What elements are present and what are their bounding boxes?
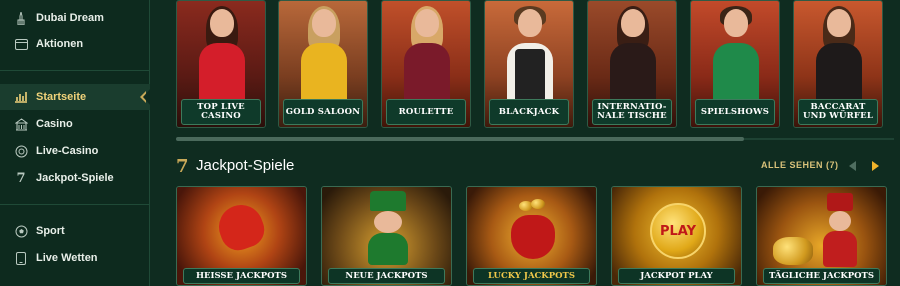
seven-icon: 7 — [16, 170, 26, 186]
dealer-image — [816, 6, 862, 107]
sidebar-item-label: Live-Casino — [36, 145, 99, 157]
sidebar-item-label: Aktionen — [36, 38, 84, 50]
category-label: ROULETTE — [386, 99, 466, 125]
sidebar-item-label: Casino — [36, 118, 73, 130]
dealer-image — [507, 6, 553, 107]
coin — [531, 199, 545, 209]
dealer-image — [199, 6, 245, 107]
tower-icon — [14, 11, 28, 25]
sidebar-item-jackpot-spiele[interactable]: 7 Jackpot-Spiele — [0, 165, 150, 191]
jackpot-label: TÄGLICHE JACKPOTS — [763, 268, 880, 284]
sidebar-item-label: Live Wetten — [36, 252, 98, 264]
sidebar-item-label: Jackpot-Spiele — [36, 172, 114, 184]
jackpot-row: HEISSE JACKPOTS NEUE JACKPOTS LUCKY JACK… — [176, 186, 887, 286]
category-tile-baccarat[interactable]: BACCARAT UND WÜRFEL — [793, 0, 883, 128]
carousel-next-button[interactable] — [866, 157, 884, 175]
jackpot-tile-heisse[interactable]: HEISSE JACKPOTS — [176, 186, 307, 286]
scrollbar-track — [744, 138, 894, 140]
category-label: INTERNATIO-NALE TISCHE — [592, 99, 672, 125]
category-tile-internationale-tische[interactable]: INTERNATIO-NALE TISCHE — [587, 0, 677, 128]
active-indicator — [140, 91, 146, 103]
category-tile-top-live-casino[interactable]: TOP LIVE CASINO — [176, 0, 266, 128]
dealer-image — [301, 6, 347, 107]
sidebar-item-aktionen[interactable]: Aktionen — [0, 31, 150, 57]
pirate-body — [823, 231, 857, 267]
category-tile-gold-saloon[interactable]: GOLD SALOON — [278, 0, 368, 128]
jackpot-label: HEISSE JACKPOTS — [183, 268, 300, 284]
play-coin: PLAY — [650, 203, 706, 259]
category-label: TOP LIVE CASINO — [181, 99, 261, 125]
card-icon — [14, 37, 28, 51]
category-tile-roulette[interactable]: ROULETTE — [381, 0, 471, 128]
jackpot-label: JACKPOT PLAY — [618, 268, 735, 284]
building-icon — [14, 117, 28, 131]
dealer-image — [610, 6, 656, 107]
treasure — [773, 237, 813, 265]
pirate-hat — [827, 193, 853, 211]
sidebar-item-sport[interactable]: Sport — [0, 218, 150, 244]
category-label: BLACKJACK — [489, 99, 569, 125]
chevron-left-icon — [849, 161, 856, 171]
category-label: SPIELSHOWS — [695, 99, 775, 125]
live-category-row: TOP LIVE CASINO GOLD SALOON ROULETTE BLA… — [176, 0, 886, 132]
phone-icon — [14, 251, 28, 265]
carousel-prev-button[interactable] — [844, 157, 862, 175]
sidebar-item-label: Dubai Dream — [36, 12, 104, 24]
category-label: BACCARAT UND WÜRFEL — [798, 99, 878, 125]
main-content: TOP LIVE CASINO GOLD SALOON ROULETTE BLA… — [150, 0, 900, 286]
section-title: Jackpot-Spiele — [196, 157, 295, 174]
jackpot-tile-lucky[interactable]: LUCKY JACKPOTS — [466, 186, 597, 286]
chart-icon — [14, 90, 28, 104]
sidebar-divider — [0, 204, 150, 205]
sidebar-item-label: Startseite — [36, 91, 87, 103]
ball-icon — [14, 224, 28, 238]
jackpot-tile-play[interactable]: PLAY JACKPOT PLAY — [611, 186, 742, 286]
leprechaun-face — [374, 211, 402, 233]
sidebar-divider — [0, 70, 150, 71]
jackpot-label: LUCKY JACKPOTS — [473, 268, 590, 284]
money-bag — [511, 215, 555, 259]
play-badge: PLAY — [659, 223, 697, 239]
jackpot-tile-taegliche[interactable]: TÄGLICHE JACKPOTS — [756, 186, 887, 286]
jackpot-label: NEUE JACKPOTS — [328, 268, 445, 284]
seven-icon: 7 — [176, 156, 189, 177]
chevron-right-icon — [872, 161, 879, 171]
sidebar-item-casino[interactable]: Casino — [0, 111, 150, 137]
sidebar-item-label: Sport — [36, 225, 65, 237]
sidebar-item-startseite[interactable]: Startseite — [0, 84, 151, 110]
category-scrollbar[interactable] — [176, 137, 744, 141]
sidebar-item-live-wetten[interactable]: Live Wetten — [0, 245, 150, 271]
sidebar-item-dubai-dream[interactable]: Dubai Dream — [0, 5, 150, 31]
sidebar-item-live-casino[interactable]: Live-Casino — [0, 138, 150, 164]
leprechaun-hat — [370, 191, 406, 211]
leprechaun-body — [368, 233, 408, 265]
host-image — [713, 6, 759, 107]
category-label: GOLD SALOON — [283, 99, 363, 125]
sidebar: Dubai Dream Aktionen Startseite Casino L… — [0, 0, 151, 286]
category-tile-blackjack[interactable]: BLACKJACK — [484, 0, 574, 128]
see-all-link[interactable]: ALLE SEHEN (7) — [761, 160, 839, 170]
dealer-image — [404, 6, 450, 107]
chip-icon — [14, 144, 28, 158]
category-tile-spielshows[interactable]: SPIELSHOWS — [690, 0, 780, 128]
jackpot-tile-neue[interactable]: NEUE JACKPOTS — [321, 186, 452, 286]
pirate-face — [829, 211, 851, 231]
